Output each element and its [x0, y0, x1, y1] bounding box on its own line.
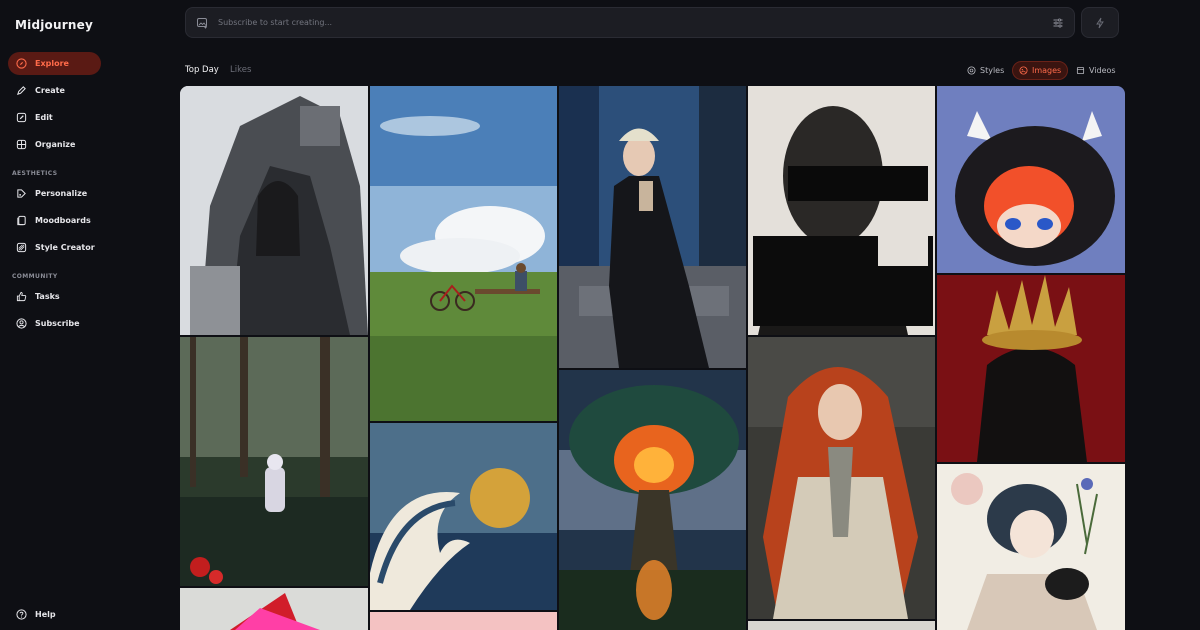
section-label-aesthetics: AESTHETICS	[12, 170, 58, 177]
sidebar-item-label: Create	[35, 86, 65, 95]
moodboard-icon	[17, 215, 26, 226]
gallery-image-fire-tree[interactable]	[559, 370, 746, 630]
filter-label: Styles	[980, 66, 1005, 75]
sidebar-item-style-creator[interactable]: Style Creator	[8, 236, 108, 259]
image-gallery	[180, 86, 1125, 630]
styles-icon	[967, 66, 976, 75]
gallery-image-red-hair-woman[interactable]	[748, 337, 935, 619]
filter-styles[interactable]: Styles	[961, 61, 1010, 80]
sidebar-item-label: Moodboards	[35, 216, 91, 225]
sidebar-item-label: Subscribe	[35, 319, 80, 328]
generate-button[interactable]	[1081, 7, 1119, 38]
brand-logo[interactable]: Midjourney	[15, 18, 93, 32]
sidebar-item-organize[interactable]: Organize	[8, 133, 101, 156]
prompt-input[interactable]	[218, 18, 1042, 27]
gallery-image-horned-creature[interactable]	[937, 86, 1125, 273]
sidebar-item-label: Personalize	[35, 189, 88, 198]
gallery-image-golden-crown[interactable]	[937, 275, 1125, 462]
help-icon	[16, 609, 27, 620]
sidebar-item-moodboards[interactable]: Moodboards	[8, 209, 101, 232]
filter-images[interactable]: Images	[1012, 61, 1069, 80]
filter-label: Videos	[1089, 66, 1116, 75]
image-icon	[1019, 66, 1028, 75]
gallery-image-grey-tile[interactable]	[748, 621, 935, 630]
sidebar-item-label: Explore	[35, 59, 69, 68]
sidebar-item-label: Help	[35, 610, 56, 619]
palette-icon	[17, 189, 26, 198]
sidebar-item-label: Edit	[35, 113, 53, 122]
sidebar-item-edit[interactable]: Edit	[8, 106, 101, 129]
sidebar-item-label: Tasks	[35, 292, 60, 301]
gallery-image-censored-portrait[interactable]	[748, 86, 935, 335]
lightning-icon	[1096, 17, 1104, 28]
gallery-image-mech-girl[interactable]	[180, 86, 368, 335]
thumbs-up-icon	[16, 291, 27, 302]
gallery-image-pink-abstract[interactable]	[180, 588, 368, 630]
sidebar-item-explore[interactable]: Explore	[8, 52, 101, 75]
filter-label: Images	[1032, 66, 1062, 75]
sidebar-item-create[interactable]: Create	[8, 79, 101, 102]
style-creator-icon	[16, 242, 27, 253]
gallery-image-fashion-street[interactable]	[559, 86, 746, 368]
settings-sliders-icon[interactable]	[1052, 17, 1064, 29]
grid-icon	[16, 139, 27, 150]
gallery-image-mosaic-wave[interactable]	[370, 423, 557, 610]
edit-icon	[16, 112, 27, 123]
tab-top-day[interactable]: Top Day	[185, 65, 219, 75]
user-circle-icon	[16, 318, 27, 329]
gallery-image-astronaut-forest[interactable]	[180, 337, 368, 586]
sidebar-item-tasks[interactable]: Tasks	[8, 285, 101, 308]
compass-icon	[16, 58, 27, 69]
sidebar-item-label: Organize	[35, 140, 76, 149]
section-label-community: COMMUNITY	[12, 273, 58, 280]
sidebar-item-personalize[interactable]: Personalize	[8, 182, 101, 205]
gallery-image-ink-illustration[interactable]	[937, 464, 1125, 630]
sidebar-item-label: Style Creator	[35, 243, 95, 252]
brush-icon	[17, 86, 26, 95]
image-add-icon[interactable]	[196, 17, 208, 29]
sidebar-item-subscribe[interactable]: Subscribe	[8, 312, 101, 335]
gallery-image-pink-tile[interactable]	[370, 612, 557, 630]
tab-likes[interactable]: Likes	[230, 65, 251, 75]
sidebar: Midjourney Explore Create Edit Organize …	[0, 0, 170, 630]
prompt-bar	[185, 7, 1075, 38]
video-icon	[1076, 66, 1085, 75]
gallery-image-bicycle-meadow[interactable]	[370, 86, 557, 421]
sidebar-item-help[interactable]: Help	[8, 603, 101, 626]
app-root: Midjourney Explore Create Edit Organize …	[0, 0, 1200, 630]
filter-videos[interactable]: Videos	[1070, 61, 1122, 80]
